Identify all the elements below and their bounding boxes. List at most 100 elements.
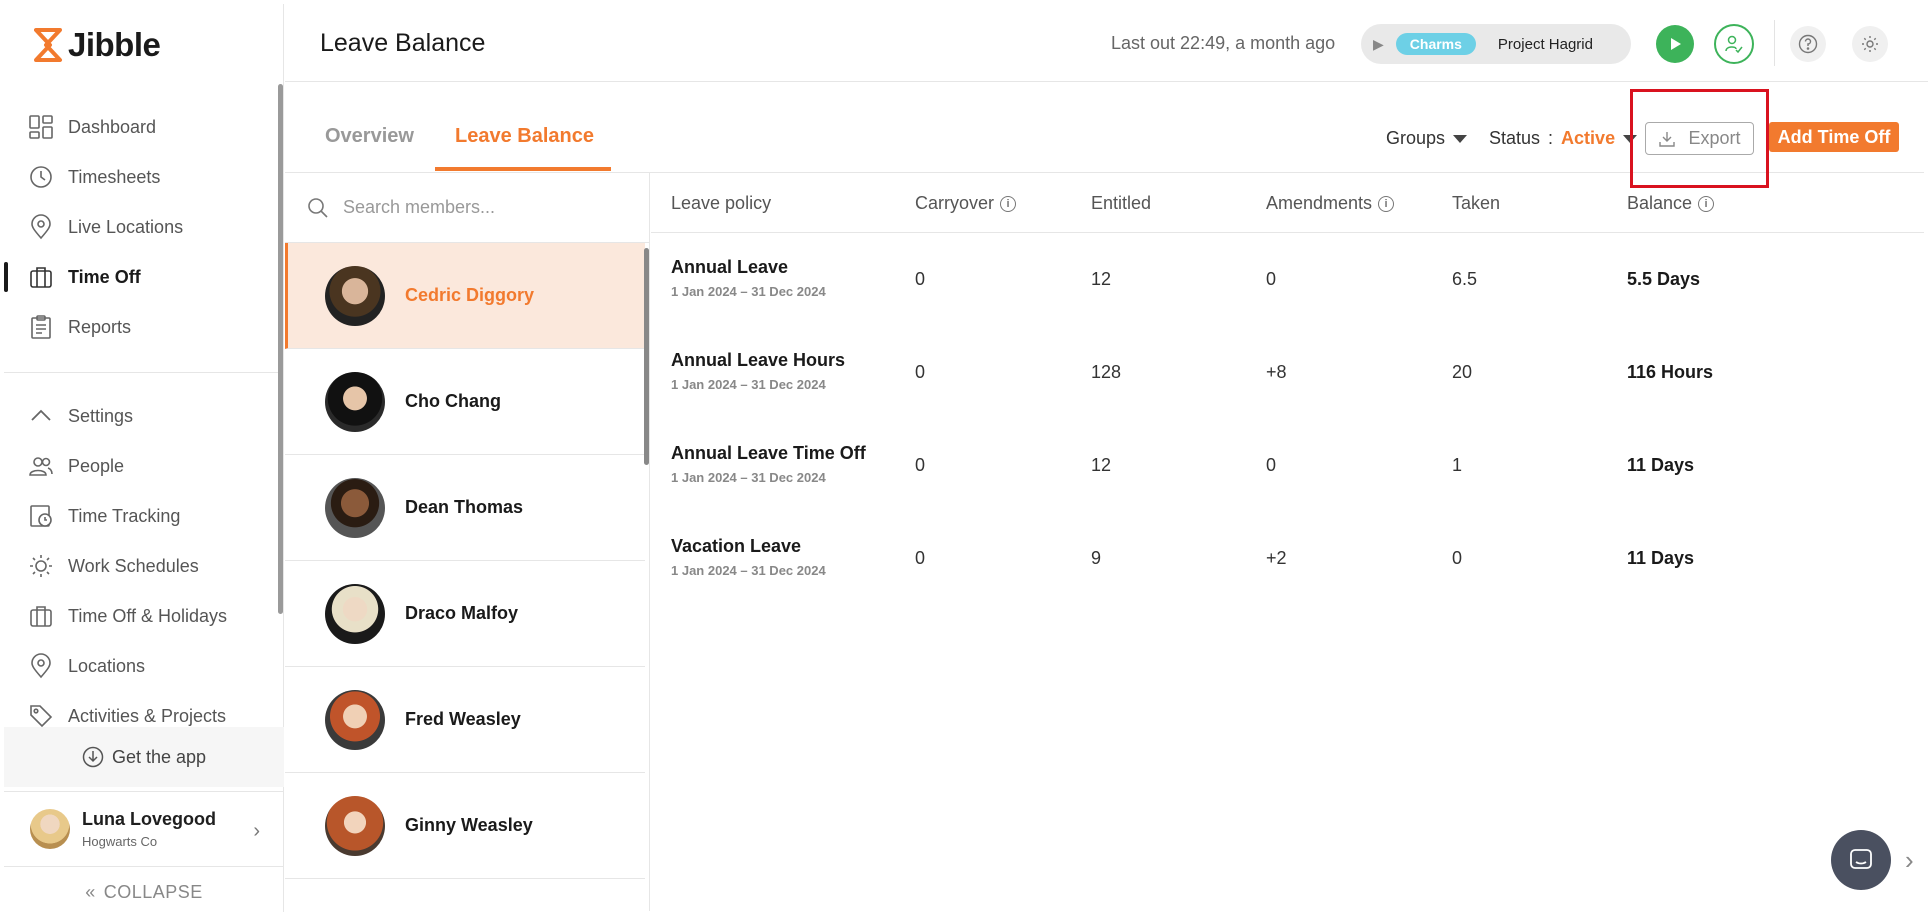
info-icon[interactable]: i xyxy=(1698,195,1715,212)
table-header: Leave policy Carryover i Entitled Amendme… xyxy=(651,173,1924,233)
download-circle-icon xyxy=(82,746,104,768)
main-content: Overview Leave Balance Groups Status: Ac… xyxy=(285,83,1924,911)
carryover-value: 0 xyxy=(915,269,926,289)
sidebar-item-time-off[interactable]: Time Off xyxy=(4,252,284,302)
taken-value: 6.5 xyxy=(1452,269,1478,289)
clipboard-icon xyxy=(31,315,51,339)
double-chevron-left-icon: « xyxy=(85,881,96,902)
caret-down-icon xyxy=(1453,134,1468,143)
list-item[interactable]: Fred Weasley xyxy=(285,667,645,773)
list-item[interactable]: Cho Chang xyxy=(285,349,645,455)
sidebar-item-label: Time Tracking xyxy=(68,505,181,526)
balance-value: 5.5 Days xyxy=(1627,269,1701,289)
amendments-value: +2 xyxy=(1266,548,1287,568)
sidebar-item-settings[interactable]: Settings xyxy=(4,391,284,441)
status-filter[interactable]: Status: Active xyxy=(1489,128,1638,149)
carryover-value: 0 xyxy=(915,548,926,568)
user-name: Luna Lovegood xyxy=(82,809,216,829)
member-name: Fred Weasley xyxy=(405,709,521,729)
policy-name: Annual Leave Hours xyxy=(671,350,846,370)
sidebar-item-time-tracking[interactable]: Time Tracking xyxy=(4,491,284,541)
sidebar-item-reports[interactable]: Reports xyxy=(4,302,284,352)
sidebar-scrollbar[interactable] xyxy=(278,84,283,614)
export-button[interactable]: Export xyxy=(1645,122,1754,155)
help-icon xyxy=(1798,34,1818,54)
policy-dates: 1 Jan 2024 – 31 Dec 2024 xyxy=(671,284,826,299)
time-tracking-icon xyxy=(30,505,52,527)
sidebar-item-live-locations[interactable]: Live Locations xyxy=(4,202,284,252)
taken-value: 0 xyxy=(1452,548,1463,568)
tag-icon xyxy=(30,705,53,728)
list-item[interactable]: Ginny Weasley xyxy=(285,773,645,879)
user-check-button[interactable] xyxy=(1714,24,1754,64)
sidebar-item-people[interactable]: People xyxy=(4,441,284,491)
info-icon[interactable]: i xyxy=(1378,195,1395,212)
column-header-amendments: Amendments i xyxy=(1266,193,1395,214)
balance-value: 116 Hours xyxy=(1627,362,1714,382)
last-out-status: Last out 22:49, a month ago xyxy=(1111,33,1336,53)
add-time-off-button[interactable]: Add Time Off xyxy=(1769,122,1899,152)
taken-value: 1 xyxy=(1452,455,1463,475)
clock-in-button[interactable] xyxy=(1656,25,1694,63)
sidebar-item-label: Timesheets xyxy=(68,166,161,187)
play-small-icon: ▶ xyxy=(1373,35,1384,52)
current-user-menu[interactable]: Luna Lovegood Hogwarts Co › xyxy=(4,791,284,867)
avatar xyxy=(325,583,385,644)
top-header: Leave Balance Last out 22:49, a month ag… xyxy=(285,4,1928,82)
member-name: Ginny Weasley xyxy=(405,815,533,835)
table-row[interactable]: Annual Leave Time Off 1 Jan 2024 – 31 De… xyxy=(651,419,1924,512)
list-item[interactable]: Cedric Diggory xyxy=(285,243,645,349)
timer-selector[interactable]: ▶ Charms Project Hagrid xyxy=(1361,24,1631,64)
search-icon xyxy=(308,197,328,218)
sidebar-item-locations[interactable]: Locations xyxy=(4,641,284,691)
active-tab-indicator xyxy=(435,167,611,171)
sidebar-item-work-schedules[interactable]: Work Schedules xyxy=(4,541,284,591)
carryover-value: 0 xyxy=(915,362,926,382)
sidebar-item-time-off-holidays[interactable]: Time Off & Holidays xyxy=(4,591,284,641)
download-icon xyxy=(1659,131,1676,147)
groups-filter-label: Groups xyxy=(1386,128,1446,148)
jibble-logo-icon xyxy=(34,28,62,62)
member-name: Draco Malfoy xyxy=(405,603,519,623)
sidebar-item-label: Time Off & Holidays xyxy=(68,605,228,626)
avatar xyxy=(325,689,385,750)
export-label: Export xyxy=(1688,128,1741,148)
sidebar-item-timesheets[interactable]: Timesheets xyxy=(4,152,284,202)
sidebar: Jibble Dashboard Timesheets Live Locatio… xyxy=(4,4,284,912)
sidebar-item-label: Dashboard xyxy=(68,116,157,137)
collapse-sidebar-button[interactable]: « COLLAPSE xyxy=(4,872,284,912)
members-scrollbar[interactable] xyxy=(644,248,649,465)
table-row[interactable]: Annual Leave 1 Jan 2024 – 31 Dec 2024 0 … xyxy=(651,233,1924,326)
chat-support-button[interactable] xyxy=(1831,830,1891,890)
sidebar-item-dashboard[interactable]: Dashboard xyxy=(4,102,284,152)
chat-icon xyxy=(1850,849,1872,869)
get-the-app-button[interactable]: Get the app xyxy=(4,727,284,787)
tab-leave-balance[interactable]: Leave Balance xyxy=(455,125,594,148)
search-input[interactable]: Search members... xyxy=(343,197,495,218)
list-item[interactable]: Dean Thomas xyxy=(285,455,645,561)
sidebar-divider xyxy=(4,372,284,373)
taken-value: 20 xyxy=(1452,362,1473,382)
avatar xyxy=(325,795,385,856)
avatar xyxy=(325,477,385,538)
table-row[interactable]: Vacation Leave 1 Jan 2024 – 31 Dec 2024 … xyxy=(651,512,1924,605)
table-row[interactable]: Annual Leave Hours 1 Jan 2024 – 31 Dec 2… xyxy=(651,326,1924,419)
activity-badge: Charms xyxy=(1395,33,1476,55)
list-item[interactable]: Draco Malfoy xyxy=(285,561,645,667)
people-icon xyxy=(29,457,53,476)
tab-overview[interactable]: Overview xyxy=(325,125,414,148)
status-filter-label: Status xyxy=(1489,128,1541,148)
column-header-taken: Taken xyxy=(1452,193,1501,213)
jibble-logo[interactable]: Jibble xyxy=(34,26,161,64)
status-colon: : xyxy=(1548,128,1554,148)
info-icon[interactable]: i xyxy=(1000,195,1017,212)
groups-filter[interactable]: Groups xyxy=(1386,128,1468,149)
help-button[interactable] xyxy=(1790,26,1826,62)
settings-button[interactable] xyxy=(1852,26,1888,62)
sidebar-item-label: Work Schedules xyxy=(68,555,199,576)
policy-name: Vacation Leave xyxy=(671,536,802,556)
chevron-right-icon[interactable]: › xyxy=(1905,845,1914,876)
location-pin-icon xyxy=(31,653,51,679)
search-bar[interactable]: Search members... xyxy=(285,173,649,243)
app-name: Jibble xyxy=(68,26,161,63)
